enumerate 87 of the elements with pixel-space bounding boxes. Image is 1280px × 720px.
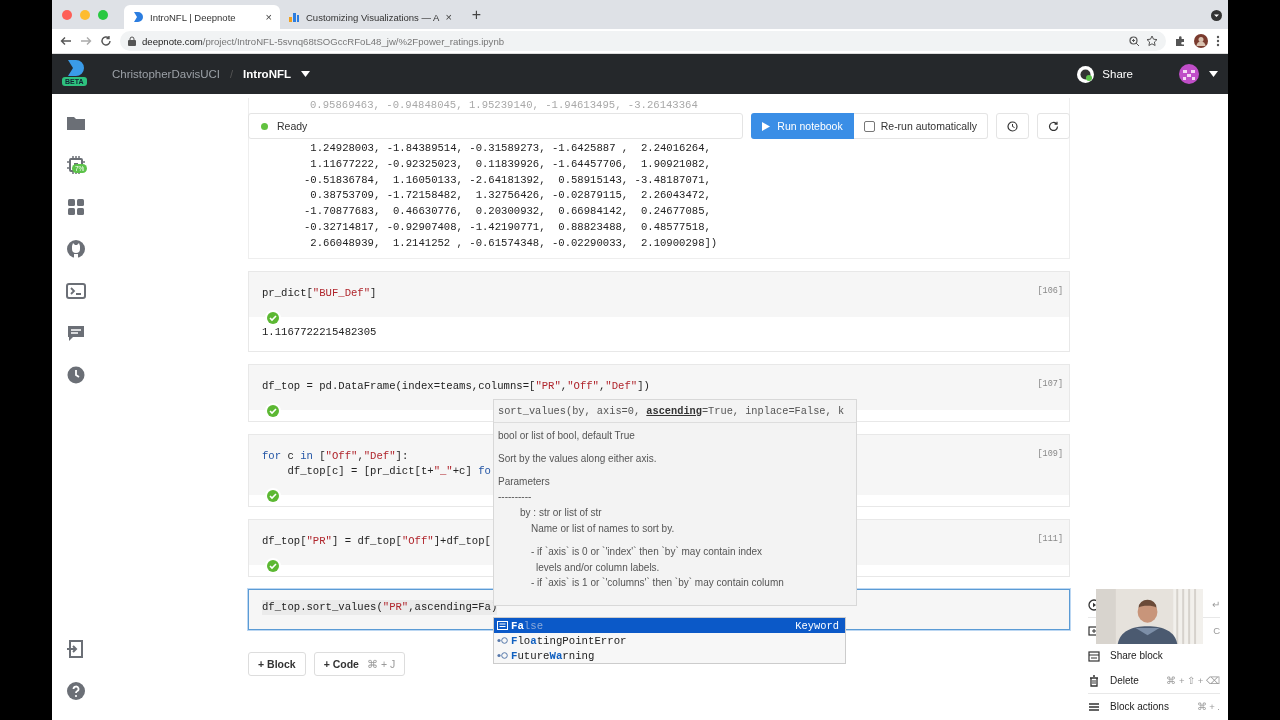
play-icon [762, 121, 771, 131]
completion-item[interactable]: FutureWarning [494, 648, 845, 663]
more-icon[interactable] [1216, 35, 1220, 47]
class-icon [497, 651, 508, 660]
code-line: for c in ["Off","Def"]: [262, 448, 409, 464]
avatar-icon[interactable] [1179, 64, 1199, 84]
reload-icon[interactable] [100, 35, 112, 47]
trash-icon [1088, 674, 1100, 687]
import-icon[interactable] [66, 639, 86, 659]
zoom-icon[interactable] [1129, 35, 1140, 47]
lock-icon [128, 36, 136, 46]
profile-avatar[interactable] [1194, 34, 1208, 48]
execution-count: [109] [1037, 448, 1063, 461]
bar-chart-icon [288, 11, 300, 23]
help-icon[interactable] [66, 681, 86, 701]
share-button[interactable]: Share [1071, 64, 1139, 84]
clock-icon [1007, 120, 1018, 132]
tab-logo-icon [132, 11, 144, 23]
extensions-icon[interactable] [1174, 35, 1186, 47]
output-line: -0.51836784, 1.16050133, -2.64181392, 0.58915143, -3.48187071, [304, 172, 711, 188]
shortcut-text: ↵ [1212, 599, 1220, 610]
shortcut-text: C [1213, 625, 1220, 636]
output-line: 0.38753709, -1.72158482, 1.32756426, -0.02879115, 2.26043472, [309, 188, 711, 204]
browser-tab[interactable]: IntroNFL | Deepnote × [124, 5, 280, 29]
new-tab-button[interactable]: + [467, 5, 486, 24]
share-icon [1077, 65, 1095, 83]
output-text: 1.1167722215482305 [262, 325, 377, 338]
output-line: 1.24928003, -1.84389514, -0.31589273, -1.6425887 , 2.24016264, [309, 141, 711, 156]
checkbox[interactable] [863, 120, 875, 132]
code-line: pr_dict["BUF_Def"] [262, 285, 377, 301]
code-line: df_top[c] = [pr_dict[t+"_"+c] fo [286, 463, 491, 479]
breadcrumb-separator: / [230, 68, 234, 80]
status-dot [261, 122, 268, 130]
caret-icon[interactable] [301, 71, 310, 77]
share-icon [1088, 649, 1100, 662]
execution-count: [107] [1037, 378, 1063, 391]
code-cell[interactable]: pr_dict["BUF_Def"] [106] 1.1167722215482305 [248, 270, 1070, 352]
cat-logo-icon[interactable] [66, 239, 86, 259]
output-line: 2.66048939, 1.2141252 , -0.61574348, -0.02290033, 2.10900298]) [309, 235, 718, 251]
refresh-icon [1048, 120, 1059, 132]
add-block-button[interactable]: + Block [248, 651, 306, 676]
clock-icon[interactable] [66, 365, 86, 385]
output-line: 1.11677222, -0.92325023, 0.11839926, -1.64457706, 1.90921082, [309, 156, 711, 172]
terminal-icon[interactable] [66, 281, 86, 301]
doc-line: Sort by the values along either axis. [498, 451, 658, 466]
doc-line: by : str or list of str [519, 506, 603, 521]
menu-item[interactable]: Share block [1088, 643, 1220, 668]
doc-line: bool or list of bool, default True [498, 429, 636, 443]
doc-line: ---------- [498, 490, 533, 505]
project-name[interactable]: IntroNFL [243, 68, 291, 80]
tab-search-icon[interactable] [1211, 10, 1222, 21]
comment-icon[interactable] [66, 323, 86, 343]
doc-line: - if `axis` is 0 or `'index'` then `by` may contain index [530, 544, 764, 559]
caret-icon[interactable] [1209, 71, 1218, 77]
menu-icon [1088, 700, 1100, 713]
doc-line: levels and/or column labels. [535, 560, 661, 575]
refresh-button[interactable] [1037, 113, 1070, 139]
completion-item[interactable]: FloatingPointError [494, 633, 845, 648]
code-line: df_top["PR"] = df_top["Off"]+df_top[ [262, 533, 491, 549]
execution-count: [111] [1037, 533, 1063, 546]
grid-icon[interactable] [66, 197, 86, 217]
rerun-checkbox[interactable]: Re-run automatically [853, 113, 988, 139]
code-line: df_top = pd.DataFrame(index=teams,columns=["PR","Off","Def"]) [262, 378, 650, 394]
browser-tab[interactable]: Customizing Visualizations — A × [280, 5, 460, 29]
execution-count: [106] [1037, 285, 1063, 298]
class-icon [497, 636, 508, 645]
star-icon[interactable] [1146, 35, 1158, 47]
output-line: 0.95869463, -0.94848045, 1.95239140, -1.94613495, -3.26143364 [310, 98, 698, 112]
doc-line: Name or list of names to sort by. [530, 522, 676, 536]
status-text: Ready [277, 120, 308, 132]
output-line: -0.32714817, -0.92907408, -1.42190771, 0.88823488, 0.48577518, [304, 220, 711, 235]
add-block-button[interactable]: + Code ⌘ + J [313, 651, 406, 676]
close-tab-icon[interactable]: × [445, 11, 452, 23]
completion-item[interactable]: False Keyword [494, 618, 845, 633]
back-icon[interactable] [60, 35, 72, 47]
close-tab-icon[interactable]: × [265, 11, 272, 23]
history-button[interactable] [996, 113, 1029, 139]
keyword-icon [497, 621, 508, 630]
doc-line: Parameters [498, 474, 551, 489]
workspace-name[interactable]: ChristopherDavisUCI [112, 68, 220, 80]
doc-line: - if `axis` is 1 or `'columns'` then `by` may contain column [530, 576, 785, 591]
output-line: -1.70877683, 0.46630776, 0.20300932, 0.66984142, 0.24677085, [304, 204, 711, 220]
url-text: deepnote.com/project/IntroNFL-5svnq68tSOGccRFoL48_jw/%2Fpower_ratings.ipynb [142, 35, 505, 47]
address-bar[interactable]: deepnote.com/project/IntroNFL-5svnq68tSOGccRFoL48_jw/%2Fpower_ratings.ipynb [120, 31, 1166, 51]
function-signature: sort_values(by, axis=0, ascending=True, inplace=False, k [494, 400, 856, 423]
logo-icon [65, 58, 87, 78]
menu-item[interactable]: Block actions ⌘ + . [1088, 694, 1220, 719]
